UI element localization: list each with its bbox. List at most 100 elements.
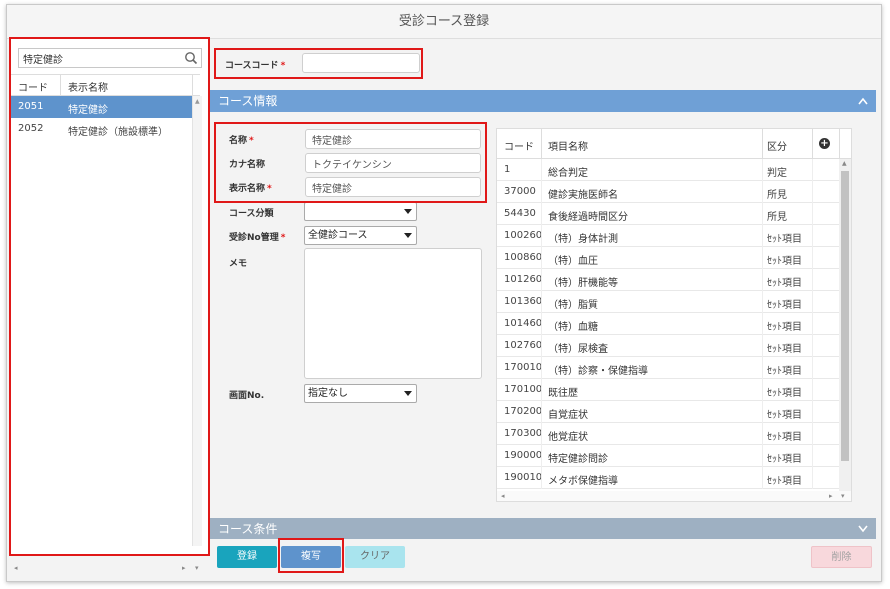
course-class-label: コース分類 bbox=[229, 209, 274, 219]
memo-label: メモ bbox=[229, 259, 248, 269]
clear-button[interactable]: クリア bbox=[345, 546, 405, 568]
item-name: （特）血糖 bbox=[548, 322, 598, 333]
table-row[interactable]: 54430 食後経過時間区分 所見 bbox=[497, 203, 839, 225]
item-code: 37000 bbox=[504, 186, 536, 197]
column-header-display-name[interactable]: 表示名称 bbox=[68, 79, 108, 94]
search-icon[interactable] bbox=[184, 51, 198, 65]
item-name: 総合判定 bbox=[548, 168, 588, 179]
course-name: 特定健診 bbox=[68, 105, 108, 116]
table-row[interactable]: 190000 特定健診問診 ｾｯﾄ項目 bbox=[497, 445, 839, 467]
course-code: 2052 bbox=[18, 123, 44, 134]
name-label: 名称 * bbox=[229, 136, 254, 146]
items-vertical-scrollbar[interactable]: ▲ bbox=[839, 159, 851, 491]
scroll-left-icon[interactable]: ◂ bbox=[14, 564, 18, 572]
table-row[interactable]: 102760 （特）尿検査 ｾｯﾄ項目 bbox=[497, 335, 839, 357]
item-code: 101360 bbox=[504, 296, 543, 307]
screen-no-label: 画面No. bbox=[229, 391, 265, 401]
items-horizontal-scrollbar[interactable]: ◂ ▸ ▾ bbox=[497, 491, 851, 501]
item-code: 101260 bbox=[504, 274, 543, 285]
course-info-section-title: コース情報 bbox=[218, 94, 278, 108]
table-row[interactable]: 101460 （特）血糖 ｾｯﾄ項目 bbox=[497, 313, 839, 335]
item-name: （特）血圧 bbox=[548, 256, 598, 267]
display-name-input[interactable] bbox=[305, 177, 481, 197]
scroll-right-icon[interactable]: ▸ bbox=[829, 492, 833, 500]
item-name: （特）尿検査 bbox=[548, 344, 608, 355]
course-conditions-section-header[interactable]: コース条件 bbox=[210, 518, 876, 539]
course-name: 特定健診（施設標準） bbox=[68, 127, 168, 138]
item-name: 特定健診問診 bbox=[548, 454, 608, 465]
table-row[interactable]: 100260 （特）身体計測 ｾｯﾄ項目 bbox=[497, 225, 839, 247]
column-header-kbn[interactable]: 区分 bbox=[767, 138, 787, 153]
list-vertical-scrollbar[interactable]: ▲ bbox=[192, 96, 202, 546]
course-conditions-section-title: コース条件 bbox=[218, 522, 278, 536]
scroll-left-icon[interactable]: ◂ bbox=[501, 492, 505, 500]
table-row[interactable]: 170100 既往歴 ｾｯﾄ項目 bbox=[497, 379, 839, 401]
register-button[interactable]: 登録 bbox=[217, 546, 277, 568]
item-kbn: ｾｯﾄ項目 bbox=[767, 278, 802, 289]
chevron-up-icon[interactable] bbox=[858, 90, 868, 112]
course-search-box bbox=[18, 48, 202, 68]
item-kbn: 所見 bbox=[767, 190, 787, 201]
course-info-section-header[interactable]: コース情報 bbox=[210, 90, 876, 112]
scroll-up-icon[interactable]: ▲ bbox=[842, 160, 847, 167]
item-kbn: ｾｯﾄ項目 bbox=[767, 366, 802, 377]
column-header-item-code[interactable]: コード bbox=[504, 138, 534, 153]
item-name: 自覚症状 bbox=[548, 410, 588, 421]
item-kbn: ｾｯﾄ項目 bbox=[767, 410, 802, 421]
table-row[interactable]: 37000 健診実施医師名 所見 bbox=[497, 181, 839, 203]
kana-name-input[interactable] bbox=[305, 153, 481, 173]
table-row[interactable]: 190010 メタボ保健指導 ｾｯﾄ項目 bbox=[497, 467, 839, 489]
course-search-input[interactable] bbox=[19, 49, 179, 67]
item-kbn: ｾｯﾄ項目 bbox=[767, 256, 802, 267]
screen-no-select[interactable]: 指定なし bbox=[304, 384, 417, 403]
item-name: メタボ保健指導 bbox=[548, 476, 618, 487]
table-row[interactable]: 1 総合判定 判定 bbox=[497, 159, 839, 181]
course-items-table: コード 項目名称 区分 + 1 総合判定 判定 37000 健診実施医師名 所見 54430… bbox=[496, 128, 852, 502]
item-code: 170200 bbox=[504, 406, 543, 417]
list-horizontal-scrollbar[interactable]: ◂ ▸ ▾ bbox=[10, 562, 210, 574]
items-table-header: コード 項目名称 区分 + bbox=[497, 129, 851, 159]
item-code: 102760 bbox=[504, 340, 543, 351]
kana-name-label: カナ名称 bbox=[229, 160, 266, 170]
item-kbn: ｾｯﾄ項目 bbox=[767, 300, 802, 311]
copy-button[interactable]: 複写 bbox=[281, 546, 341, 568]
scroll-up-icon[interactable]: ▲ bbox=[195, 98, 200, 105]
course-class-select[interactable] bbox=[304, 202, 417, 221]
item-code: 170010 bbox=[504, 362, 543, 373]
course-code-input[interactable] bbox=[302, 53, 420, 73]
scrollbar-thumb[interactable] bbox=[841, 171, 849, 461]
table-row[interactable]: 170010 （特）診察・保健指導 ｾｯﾄ項目 bbox=[497, 357, 839, 379]
column-header-code[interactable]: コード bbox=[18, 79, 48, 94]
name-input[interactable] bbox=[305, 129, 481, 149]
scroll-down-icon[interactable]: ▾ bbox=[841, 492, 845, 500]
delete-button[interactable]: 削除 bbox=[811, 546, 872, 568]
item-kbn: ｾｯﾄ項目 bbox=[767, 234, 802, 245]
add-item-icon[interactable]: + bbox=[819, 138, 830, 149]
item-code: 1 bbox=[504, 164, 511, 175]
item-code: 100860 bbox=[504, 252, 543, 263]
item-kbn: 判定 bbox=[767, 168, 787, 179]
table-row[interactable]: 170300 他覚症状 ｾｯﾄ項目 bbox=[497, 423, 839, 445]
reception-no-select[interactable]: 全健診コース bbox=[304, 226, 417, 245]
table-row[interactable]: 170200 自覚症状 ｾｯﾄ項目 bbox=[497, 401, 839, 423]
item-code: 101460 bbox=[504, 318, 543, 329]
chevron-down-icon[interactable] bbox=[858, 518, 868, 539]
reception-no-label: 受診No管理 * bbox=[229, 233, 286, 243]
memo-textarea[interactable] bbox=[304, 248, 482, 379]
table-row[interactable]: 100860 （特）血圧 ｾｯﾄ項目 bbox=[497, 247, 839, 269]
display-name-label: 表示名称 * bbox=[229, 184, 272, 194]
course-list-row[interactable]: 2051 特定健診 bbox=[10, 96, 192, 118]
course-list-panel: コード 表示名称 2051 特定健診 2052 特定健診（施設標準） ▲ ◂ ▸… bbox=[10, 38, 210, 572]
course-list-row[interactable]: 2052 特定健診（施設標準） bbox=[10, 118, 192, 140]
item-code: 170100 bbox=[504, 384, 543, 395]
item-code: 190010 bbox=[504, 472, 543, 483]
column-header-item-name[interactable]: 項目名称 bbox=[548, 138, 588, 153]
table-row[interactable]: 101360 （特）脂質 ｾｯﾄ項目 bbox=[497, 291, 839, 313]
scroll-right-icon[interactable]: ▸ bbox=[182, 564, 186, 572]
window-title: 受診コース登録 bbox=[7, 5, 881, 39]
scroll-down-icon[interactable]: ▾ bbox=[195, 564, 199, 572]
item-kbn: ｾｯﾄ項目 bbox=[767, 432, 802, 443]
table-row[interactable]: 101260 （特）肝機能等 ｾｯﾄ項目 bbox=[497, 269, 839, 291]
item-name: （特）肝機能等 bbox=[548, 278, 618, 289]
chevron-down-icon bbox=[404, 233, 412, 238]
